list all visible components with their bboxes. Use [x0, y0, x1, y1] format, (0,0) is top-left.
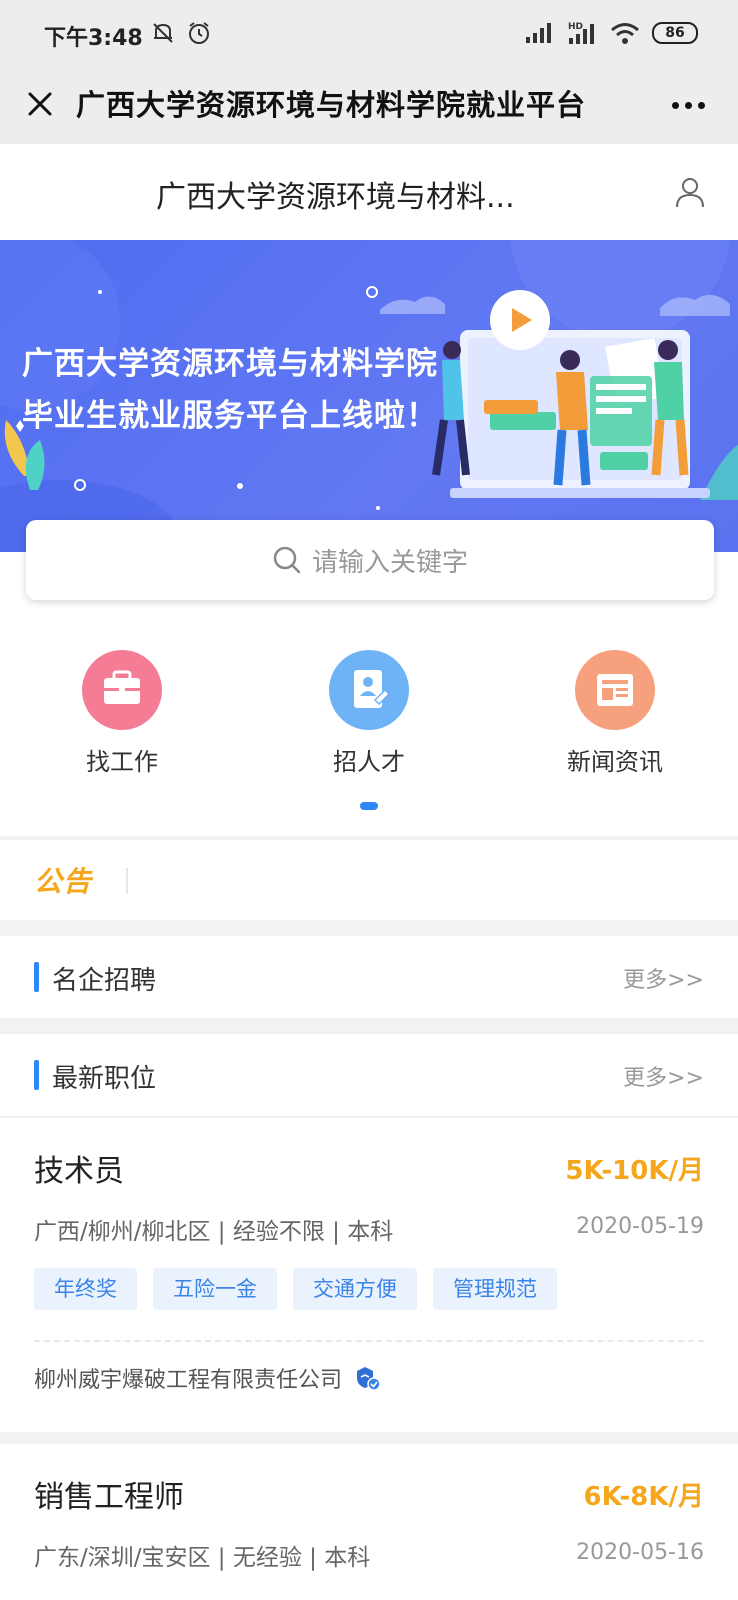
search-icon: [273, 546, 301, 574]
job-salary: 6K-8K/月: [583, 1482, 704, 1512]
more-link[interactable]: 更多>>: [623, 962, 704, 994]
quick-link-label: 招人才: [333, 748, 405, 776]
banner-illustration: [432, 290, 710, 498]
resume-icon: [329, 650, 409, 730]
mute-bell-icon: [153, 23, 173, 43]
page-header: 广西大学资源环境与材料...: [0, 144, 738, 240]
news-icon: [575, 650, 655, 730]
window-title: 广西大学资源环境与材料学院就业平台: [76, 88, 587, 122]
hero-banner[interactable]: 广西大学资源环境与材料学院 毕业生就业服务平台上线啦！: [0, 240, 738, 552]
briefcase-icon: [82, 650, 162, 730]
quick-link-label: 找工作: [86, 748, 158, 776]
job-tag: 年终奖: [34, 1268, 137, 1310]
close-icon[interactable]: [22, 86, 58, 122]
quick-link-recruit[interactable]: 招人才: [289, 650, 449, 777]
battery-indicator: 86: [652, 22, 698, 44]
status-time: 下午3:48: [44, 26, 143, 51]
section-accent-bar: [34, 962, 39, 992]
alarm-icon: [189, 22, 209, 44]
divider: [126, 868, 128, 894]
search-bar[interactable]: 请输入关键字: [26, 520, 714, 600]
quick-link-news[interactable]: 新闻资讯: [535, 650, 695, 777]
more-dot-icon: [684, 101, 692, 109]
page-title: 广西大学资源环境与材料...: [156, 180, 515, 215]
job-tag: 交通方便: [293, 1268, 417, 1310]
carousel-indicator: [360, 802, 378, 810]
status-icons-left: [150, 20, 212, 46]
status-bar: 下午3:48 HD 86: [0, 0, 738, 66]
banner-headline-1: 广西大学资源环境与材料学院: [22, 346, 438, 382]
job-tag: 五险一金: [153, 1268, 277, 1310]
section-accent-bar: [34, 1060, 39, 1090]
section-famous-companies: 名企招聘 更多>>: [0, 936, 738, 1018]
verified-badge-icon: [357, 1367, 381, 1391]
section-latest-jobs: 最新职位 更多>>: [0, 1034, 738, 1116]
more-dot-icon: [697, 101, 705, 109]
job-title: 技术员: [34, 1154, 124, 1189]
job-meta: 广东/深圳/宝安区 | 无经验 | 本科: [34, 1545, 371, 1571]
quick-link-find-job[interactable]: 找工作: [42, 650, 202, 777]
signal-icon: [526, 23, 551, 43]
user-icon[interactable]: [672, 174, 708, 210]
job-card[interactable]: 销售工程师 6K-8K/月 广东/深圳/宝安区 | 无经验 | 本科 2020-…: [0, 1444, 738, 1600]
signal-hd-icon: HD: [568, 22, 594, 44]
company-row[interactable]: 柳州威宇爆破工程有限责任公司: [34, 1362, 382, 1394]
notice-label: 公告: [34, 865, 93, 898]
wifi-icon: [611, 23, 639, 44]
job-card[interactable]: 技术员 5K-10K/月 广西/柳州/柳北区 | 经验不限 | 本科 2020-…: [0, 1118, 738, 1432]
job-tag: 管理规范: [433, 1268, 557, 1310]
job-date: 2020-05-16: [576, 1540, 704, 1565]
more-dot-icon: [671, 101, 679, 109]
more-menu-button[interactable]: [668, 90, 708, 120]
job-meta: 广西/柳州/柳北区 | 经验不限 | 本科: [34, 1219, 394, 1245]
job-date: 2020-05-19: [576, 1214, 704, 1239]
search-input[interactable]: 请输入关键字: [312, 542, 468, 579]
title-bar: 广西大学资源环境与材料学院就业平台: [0, 66, 738, 144]
status-icons-right: HD 86: [524, 18, 698, 48]
company-name: 柳州威宇爆破工程有限责任公司: [34, 1368, 343, 1393]
more-link[interactable]: 更多>>: [623, 1060, 704, 1092]
job-title: 销售工程师: [34, 1480, 184, 1515]
job-salary: 5K-10K/月: [565, 1156, 704, 1186]
banner-headline-2: 毕业生就业服务平台上线啦！: [22, 398, 438, 434]
job-tags: 年终奖 五险一金 交通方便 管理规范: [34, 1268, 557, 1310]
divider: [34, 1340, 704, 1342]
quick-link-label: 新闻资讯: [567, 748, 663, 776]
svg-text:HD: HD: [568, 22, 583, 32]
section-title: 名企招聘: [52, 966, 157, 996]
notice-bar[interactable]: 公告: [0, 840, 738, 920]
section-title: 最新职位: [52, 1064, 157, 1094]
